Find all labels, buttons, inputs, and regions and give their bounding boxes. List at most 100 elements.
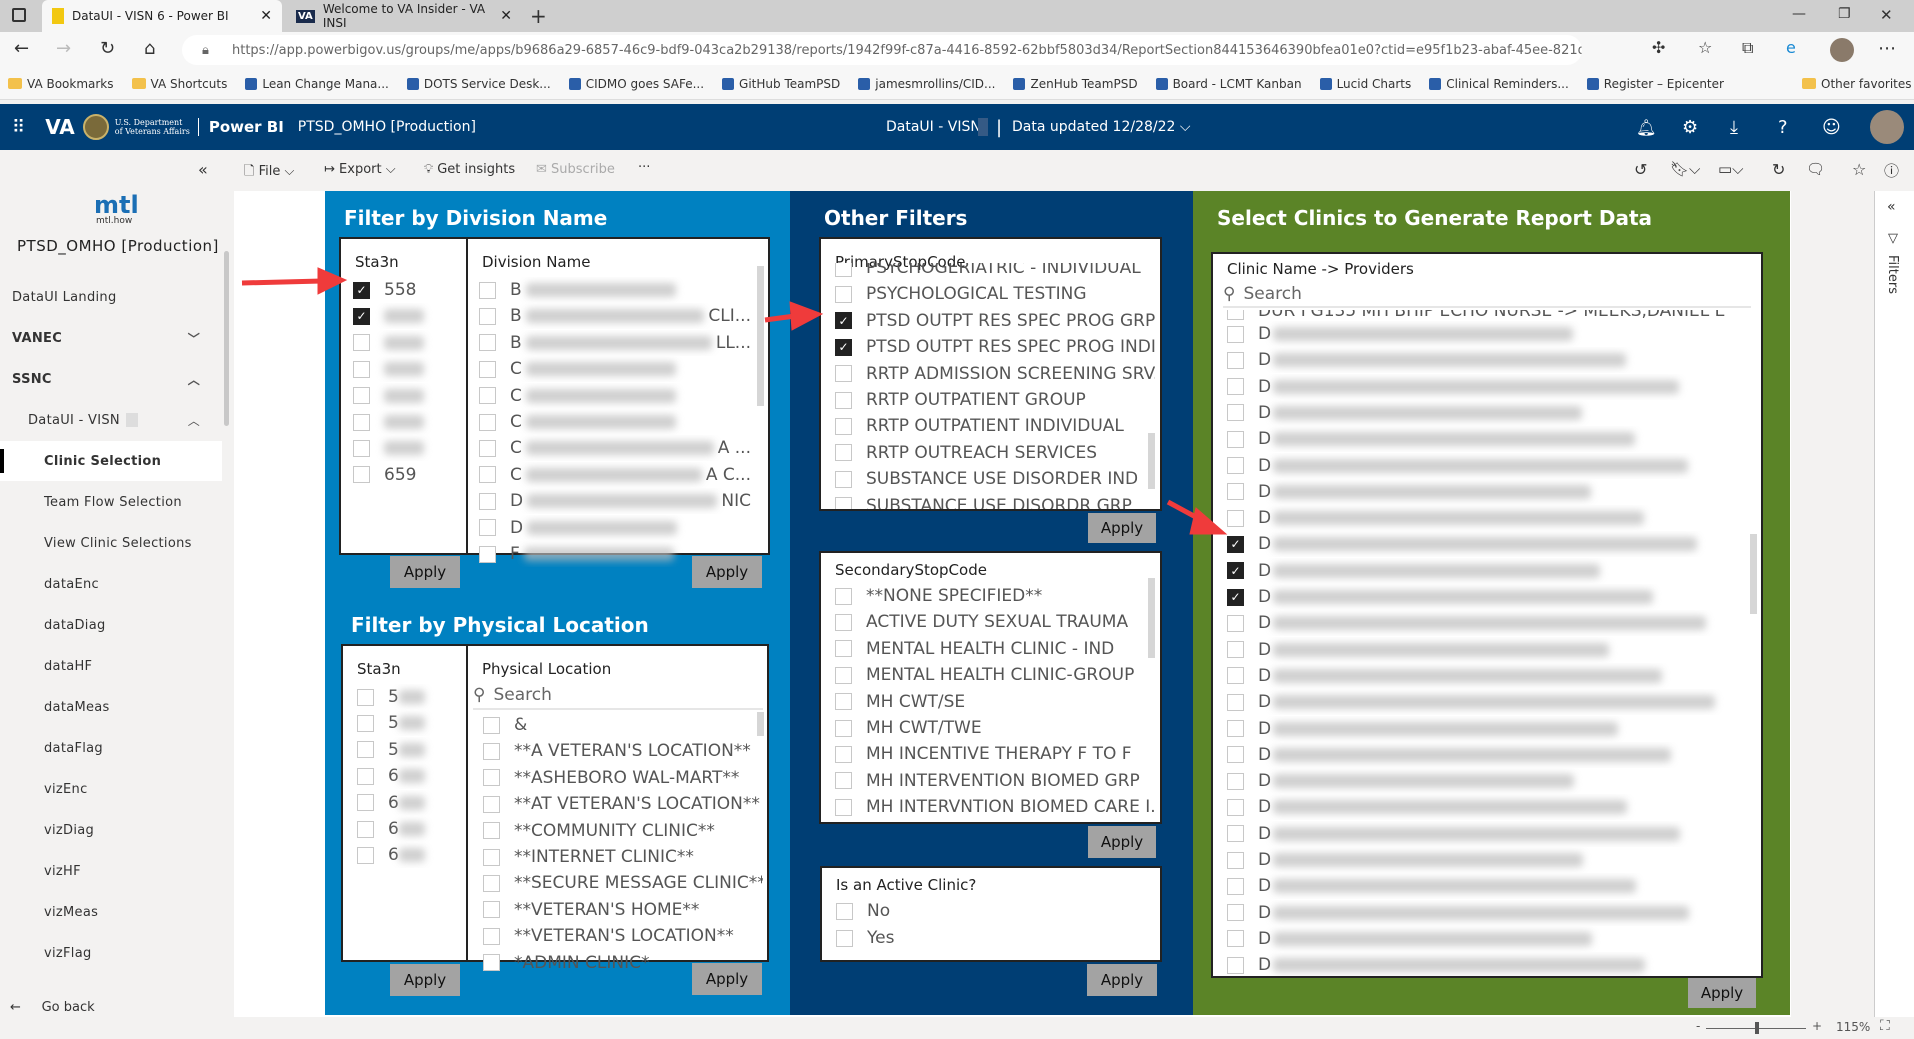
checkbox[interactable] (1227, 798, 1244, 816)
primary-stopcode-option[interactable]: ✓ PTSD OUTPT RES SPEC PROG INDIV (835, 334, 1155, 360)
get-insights-button[interactable]: 💡︎ Get insights (424, 162, 515, 177)
help-icon[interactable]: ? (1778, 117, 1788, 138)
checkbox[interactable] (835, 497, 852, 509)
sta3n-option[interactable]: 6 (357, 763, 457, 789)
checkbox[interactable] (1227, 720, 1244, 737)
primary-stopcode-option[interactable]: SUBSTANCE USE DISORDR GRP (835, 493, 1155, 509)
bookmark-item[interactable]: Board - LCMT Kanban (1155, 77, 1302, 91)
primary-stopcode-option[interactable]: SUBSTANCE USE DISORDER IND (835, 466, 1155, 492)
sta3n-option[interactable]: 6 (357, 842, 457, 868)
checkbox-checked[interactable]: ✓ (353, 281, 370, 299)
checkbox[interactable] (1227, 483, 1244, 501)
sta3n-option[interactable]: ✓ (353, 303, 453, 329)
checkbox[interactable] (483, 795, 500, 813)
bookmark-item[interactable]: Clinical Reminders... (1429, 77, 1569, 91)
division-option[interactable]: C (479, 383, 751, 409)
nav-item-team-flow-selection[interactable]: Team Flow Selection (0, 482, 222, 522)
scrollbar[interactable] (757, 712, 764, 736)
clinic-option[interactable]: D (1227, 794, 1747, 820)
primary-stopcode-option[interactable]: PSYCHOLOGICAL TESTING (835, 281, 1155, 307)
checkbox[interactable] (479, 413, 496, 431)
bookmark-item[interactable]: CIDMO goes SAFe... (568, 77, 704, 91)
apply-active-button[interactable]: Apply (1087, 964, 1157, 996)
bookmark-item[interactable]: DOTS Service Desk... (406, 77, 551, 91)
clinic-option[interactable]: D (1227, 347, 1747, 373)
secondary-stopcode-option[interactable]: MH INTERVNTION BIOMED CARE I... (835, 794, 1155, 820)
clinic-option[interactable]: D (1227, 321, 1747, 347)
clinic-option[interactable]: D (1227, 716, 1747, 742)
checkbox[interactable] (835, 693, 852, 711)
workspace-name[interactable]: PTSD_OMHO [Production] (298, 119, 476, 135)
scrollbar[interactable] (757, 266, 764, 406)
nav-item-vizenc[interactable]: vizEnc (0, 769, 222, 809)
filters-pane-collapsed[interactable]: « ▽ Filters (1874, 191, 1914, 1017)
checkbox[interactable] (835, 444, 852, 462)
location-search[interactable]: ⚲ Search (473, 682, 763, 710)
location-option[interactable]: **AT VETERAN'S LOCATION** (483, 791, 763, 817)
new-tab-icon[interactable]: + (530, 4, 547, 28)
sta3n-option[interactable] (353, 356, 453, 382)
checkbox-checked[interactable]: ✓ (353, 307, 370, 325)
checkbox[interactable] (1227, 325, 1244, 343)
bookmark-item[interactable]: GitHub TeamPSD (722, 77, 840, 91)
checkbox[interactable] (835, 587, 852, 605)
nav-item-dataflag[interactable]: dataFlag (0, 728, 222, 768)
checkbox[interactable] (479, 439, 496, 457)
sta3n-option[interactable] (353, 330, 453, 356)
clinic-option[interactable]: D (1227, 637, 1747, 663)
location-option[interactable]: **VETERAN'S HOME** (483, 897, 763, 923)
checkbox[interactable] (1227, 404, 1244, 422)
nav-item-datameas[interactable]: dataMeas (0, 687, 222, 727)
clinic-option[interactable]: ✓ D (1227, 584, 1747, 610)
apply-sta3n-button[interactable]: Apply (390, 964, 460, 996)
zoom-out-button[interactable]: - (1696, 1019, 1700, 1033)
clinic-option[interactable]: D (1227, 400, 1747, 426)
checkbox[interactable] (1227, 877, 1244, 895)
checkbox[interactable] (479, 387, 496, 405)
nav-scrollbar[interactable] (224, 251, 229, 426)
apply-division-button[interactable]: Apply (692, 556, 762, 588)
checkbox[interactable] (357, 688, 374, 706)
checkbox[interactable] (1227, 457, 1244, 474)
nav-item-vanec[interactable]: VANEC ﹀ (0, 318, 222, 358)
reset-icon[interactable]: ↺ (1634, 160, 1647, 179)
collapse-nav-icon[interactable]: « (198, 160, 208, 179)
bookmark-item[interactable]: VA Shortcuts (131, 77, 227, 91)
secondary-stopcode-option[interactable]: MH INCENTIVE THERAPY F TO F (835, 741, 1155, 767)
nav-item-view-clinic-selections[interactable]: View Clinic Selections (0, 523, 222, 563)
checkbox[interactable] (836, 929, 853, 947)
clinic-option[interactable]: D (1227, 479, 1747, 505)
scrollbar[interactable] (1148, 578, 1155, 658)
checkbox[interactable] (483, 742, 500, 760)
checkbox[interactable] (357, 794, 374, 812)
division-option[interactable]: B CLI... (479, 303, 751, 329)
notifications-icon[interactable]: 🔔︎ (1636, 118, 1656, 137)
bookmark-item[interactable]: jamesmrollins/CID... (858, 77, 995, 91)
ie-mode-icon[interactable]: e (1786, 38, 1796, 57)
division-option[interactable]: D NIC (479, 488, 751, 514)
favorite-icon[interactable]: ☆ (1852, 160, 1866, 179)
close-window-icon[interactable]: ✕ (1880, 6, 1893, 24)
checkbox[interactable] (483, 927, 500, 945)
secondary-stopcode-option[interactable]: **NONE SPECIFIED** (835, 583, 1155, 609)
nav-item-clinic-selection[interactable]: Clinic Selection (0, 441, 222, 481)
nav-item-datahf[interactable]: dataHF (0, 646, 222, 686)
fit-page-icon[interactable]: ⛶ (1880, 1018, 1890, 1034)
checkbox[interactable] (353, 387, 370, 405)
scrollbar[interactable] (1148, 433, 1155, 489)
checkbox[interactable] (835, 666, 852, 684)
apply-sta3n-button[interactable]: Apply (390, 556, 460, 588)
checkbox[interactable] (353, 466, 370, 484)
clinic-option[interactable]: D (1227, 663, 1747, 689)
checkbox[interactable] (835, 470, 852, 488)
clinic-option[interactable]: D (1227, 900, 1747, 926)
clinic-option[interactable]: D (1227, 505, 1747, 531)
clinic-search[interactable]: ⚲ Search (1223, 282, 1751, 308)
checkbox[interactable] (483, 954, 500, 972)
bookmark-item[interactable]: Lucid Charts (1319, 77, 1411, 91)
checkbox[interactable] (357, 767, 374, 785)
checkbox[interactable] (357, 714, 374, 732)
nav-item-dataui-visn[interactable]: DataUI - VISN ︿ (0, 400, 222, 440)
nav-item-vizflag[interactable]: vizFlag (0, 933, 222, 973)
comment-icon[interactable]: 🗨︎ (1806, 160, 1825, 178)
